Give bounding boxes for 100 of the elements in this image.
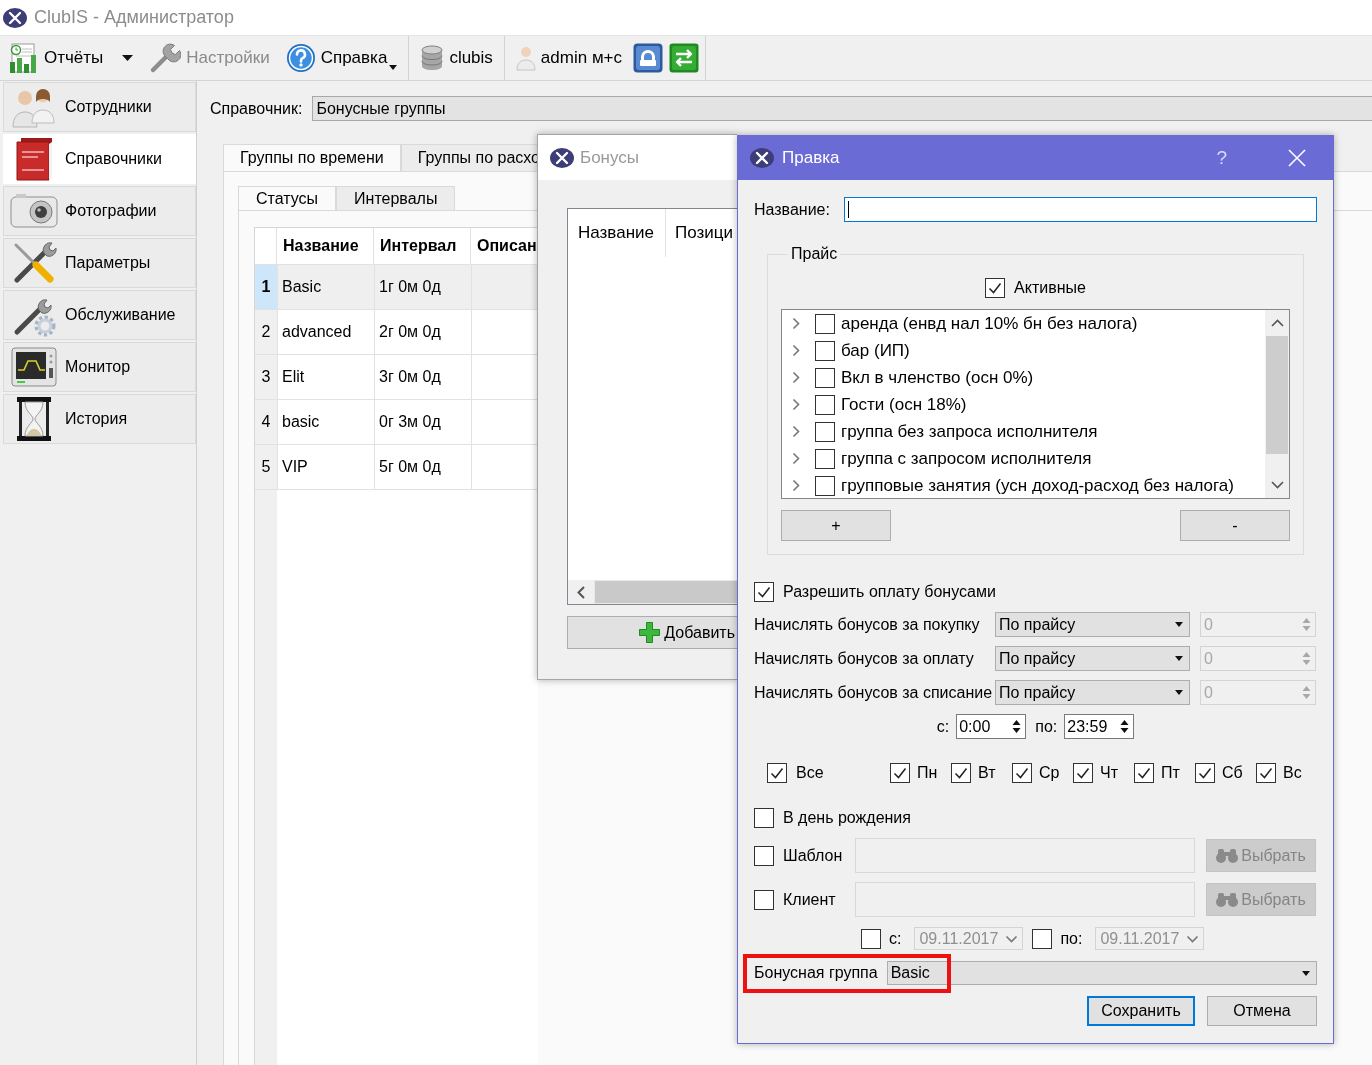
checkbox[interactable] [1134, 763, 1154, 783]
scroll-thumb[interactable] [1266, 336, 1288, 454]
combo-box[interactable]: По прайсу [995, 612, 1190, 637]
database-icon [420, 45, 445, 71]
close-icon[interactable] [1288, 149, 1306, 167]
checkbox[interactable] [815, 394, 835, 415]
checkbox-label: Шаблон [783, 846, 843, 865]
tree-item[interactable]: Гости (осн 18%) [841, 394, 967, 415]
sidebar-item[interactable]: История [3, 394, 196, 444]
field-label: Справочник: [210, 99, 303, 118]
checkbox[interactable] [815, 448, 835, 469]
dialog-button[interactable]: Отмена [1207, 996, 1317, 1026]
row-header[interactable]: 4 [255, 400, 277, 444]
combo-box[interactable]: Basic [886, 961, 1317, 985]
checkbox[interactable] [815, 367, 835, 388]
checkbox-label: Пн [917, 764, 938, 782]
row-header[interactable]: 2 [255, 310, 277, 354]
table-row[interactable]: 4 basic 0г 3м 0д [255, 400, 538, 445]
checkbox[interactable] [815, 340, 835, 361]
tree-item[interactable]: группа с запросом исполнителя [841, 448, 1092, 469]
row-header[interactable]: 1 [255, 265, 277, 309]
combo-box[interactable]: По прайсу [995, 646, 1190, 671]
scroll-thumb[interactable] [595, 581, 737, 603]
table-row[interactable]: 1 Basic 1г 0м 0д [255, 265, 538, 310]
row-header[interactable]: 3 [255, 355, 277, 399]
scrollbar[interactable] [1265, 310, 1289, 498]
field-label: по: [1035, 717, 1058, 736]
tree-item[interactable]: аренда (енвд нал 10% бн без налога) [841, 313, 1138, 334]
checkbox[interactable] [1195, 763, 1215, 783]
chevron-right-icon[interactable] [792, 344, 800, 357]
dialog-title: Бонусы [580, 147, 640, 168]
scroll-left-icon[interactable] [577, 585, 585, 599]
checkbox[interactable] [985, 278, 1006, 298]
checkbox[interactable] [1073, 763, 1093, 783]
field-label: Начислять бонусов за оплату [754, 648, 975, 669]
spin-box[interactable]: 23:59 [1064, 714, 1135, 739]
tree-item[interactable]: бар (ИП) [841, 340, 910, 361]
tab[interactable]: Интервалы [336, 186, 456, 210]
table-row[interactable]: 2 advanced 2г 0м 0д [255, 310, 538, 355]
toolbar-button[interactable]: Справка [280, 40, 403, 76]
add-button[interactable]: Добавить [567, 616, 737, 649]
combo-box[interactable]: Бонусные группы [312, 96, 1372, 121]
checkbox[interactable] [815, 475, 835, 496]
column-header[interactable]: Описан [471, 228, 539, 264]
caret-icon [122, 55, 134, 61]
column-header[interactable]: Позици [666, 209, 737, 257]
checkbox[interactable] [815, 421, 835, 442]
toolbar-button[interactable]: Отчёты [2, 40, 139, 76]
sidebar-item[interactable]: Сотрудники [3, 82, 196, 132]
tab[interactable]: Группы по времени [223, 144, 401, 171]
input-field[interactable] [843, 197, 1317, 222]
table-row[interactable]: 5 VIP 5г 0м 0д [255, 445, 538, 490]
checkbox[interactable] [1256, 763, 1276, 783]
field-label: по: [1060, 929, 1083, 948]
spin-arrows-icon [1302, 650, 1311, 667]
row-header[interactable]: 5 [255, 445, 277, 489]
chevron-right-icon[interactable] [792, 371, 800, 384]
tab[interactable]: Статусы [238, 186, 337, 210]
combo-box[interactable]: По прайсу [995, 680, 1190, 705]
checkbox-label: Ср [1039, 764, 1060, 782]
logo-icon [750, 148, 774, 168]
spin-arrows-icon [1120, 718, 1130, 735]
checkbox[interactable] [767, 763, 787, 783]
logo-icon [3, 7, 27, 28]
checkbox[interactable] [890, 763, 910, 783]
checkbox[interactable] [951, 763, 971, 783]
spin-box[interactable]: 0:00 [956, 714, 1027, 739]
sidebar-item[interactable]: Справочники [3, 134, 196, 184]
checkbox[interactable] [1012, 763, 1032, 783]
chevron-right-icon[interactable] [792, 479, 800, 492]
column-header[interactable]: Название [277, 228, 374, 264]
tree-item[interactable]: группа без запроса исполнителя [841, 421, 1098, 442]
tree-item[interactable]: групповые занятия (усн доход-расход без налога) [841, 475, 1234, 496]
scrollbar[interactable] [568, 580, 737, 604]
table-cell: advanced [277, 310, 374, 354]
checkbox[interactable] [815, 313, 835, 334]
chevron-down-icon [1005, 934, 1019, 943]
column-header[interactable]: Название [568, 209, 666, 257]
sidebar-item[interactable]: Параметры [3, 238, 196, 288]
remove-button[interactable]: - [1180, 510, 1290, 541]
chevron-right-icon[interactable] [792, 398, 800, 411]
sidebar-item[interactable]: Фотографии [3, 186, 196, 236]
sidebar-item[interactable]: Обслуживание [3, 290, 196, 340]
scroll-down-icon[interactable] [1270, 481, 1284, 489]
checkbox[interactable] [754, 808, 774, 828]
add-button[interactable]: + [781, 510, 891, 541]
chevron-right-icon[interactable] [792, 452, 800, 465]
checkbox-label: Активные [1014, 279, 1086, 297]
tree-item[interactable]: Вкл в членство (осн 0%) [841, 367, 1034, 388]
chevron-right-icon[interactable] [792, 317, 800, 330]
chevron-right-icon[interactable] [792, 425, 800, 438]
scroll-up-icon[interactable] [1270, 319, 1284, 327]
dialog-button[interactable]: Сохранить [1087, 996, 1195, 1026]
sidebar-item[interactable]: Монитор [3, 342, 196, 392]
table-cell: basic [277, 400, 374, 444]
checkbox[interactable] [754, 582, 774, 602]
column-header[interactable]: Интервал [374, 228, 471, 264]
table-row[interactable]: 3 Elit 3г 0м 0д [255, 355, 538, 400]
swap-arrows-icon[interactable] [669, 43, 699, 73]
lock-icon[interactable] [633, 43, 663, 73]
